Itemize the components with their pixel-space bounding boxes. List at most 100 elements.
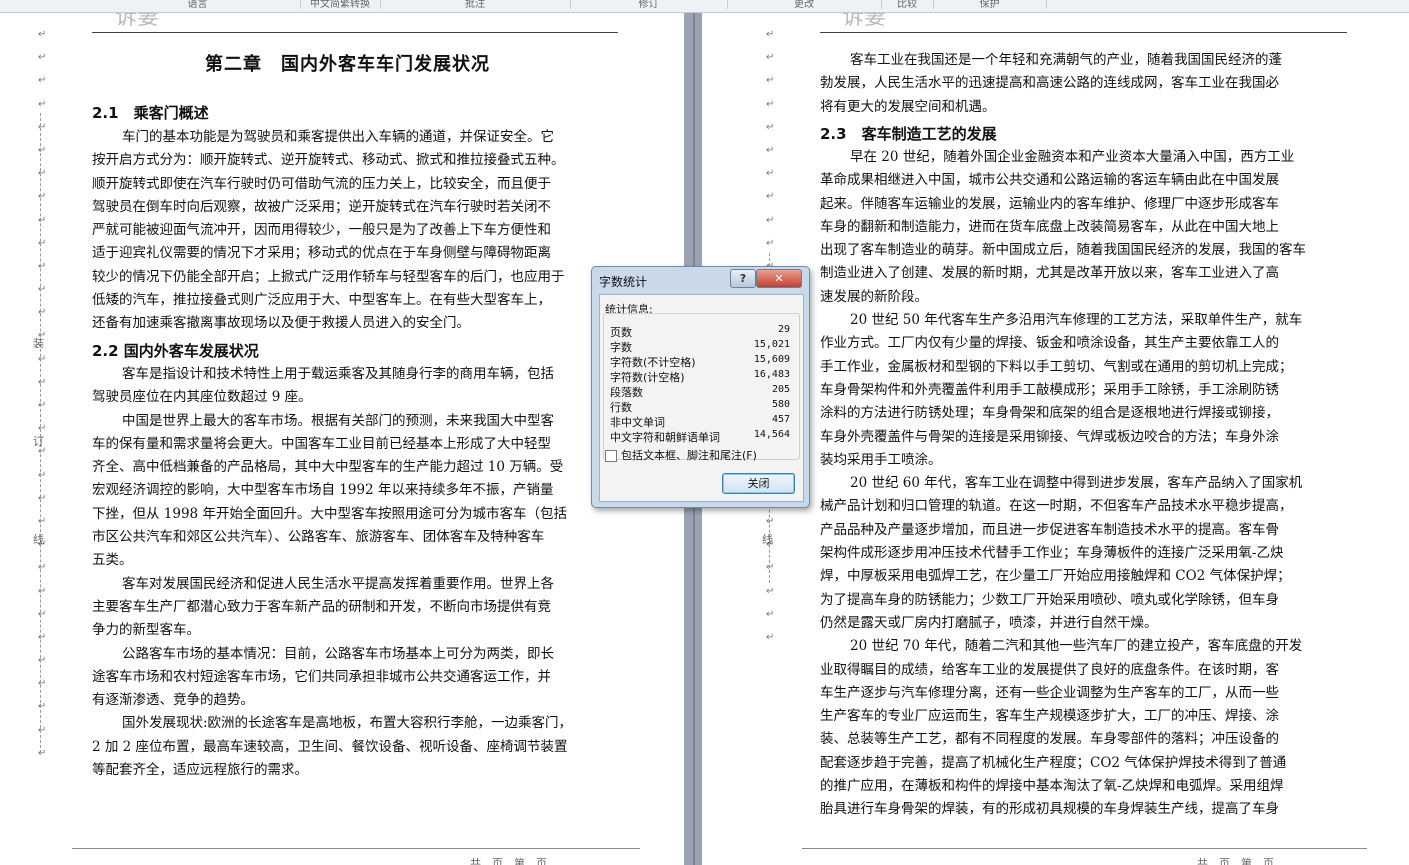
text-line: 装、总装等生产工艺，都有不同程度的发展。车身零部件的落料；冲压设备的 (820, 731, 1279, 748)
text-line: 客车对发展国民经济和促进人民生活水平提高发挥着重要作用。世界上各 (122, 575, 554, 592)
ribbon-bar: 语言 中文简繁转换 批注 修订 更改 比较 保护 (0, 0, 1409, 13)
section-2-2-body: 客车是指设计和技术特性上用于载运乘客及其随身行李的商用车辆，包括 驾驶员座位在内… (92, 363, 618, 782)
footer-page-count: 共 页 第 页 (470, 857, 547, 865)
text-line: 2 加 2 座位布置，最高车速较高，卫生间、餐饮设备、视听设备、座椅调节装置 (92, 738, 568, 755)
text-line: 客车工业在我国还是一个年轻和充满朝气的产业，随着我国国民经济的蓬 (850, 52, 1282, 68)
text-line: 业取得瞩目的成绩，给客车工业的发展提供了良好的底盘条件。在该时期，客 (820, 661, 1279, 678)
text-line: 革命成果相继进入中国，城市公共交通和公路运输的客运车辆由此在中国发展 (820, 172, 1279, 189)
stat-row-chars-with-spaces: 字符数(计空格) 16,483 (610, 369, 790, 384)
stat-value: 29 (777, 324, 790, 335)
text-line: 焊，中厚板采用电弧焊工艺，在少量工厂开始应用接触焊和 CO2 气体保护焊； (820, 568, 1291, 585)
close-icon[interactable]: ✕ (756, 269, 802, 288)
stat-row-lines: 行数 580 (610, 399, 790, 414)
stat-value: 457 (771, 414, 790, 425)
binding-mark-xian: 线 (762, 533, 773, 546)
text-line: 仍然是露天或厂房内打磨腻子，喷漆，并进行自然干燥。 (820, 614, 1158, 631)
text-line: 的推广应用，在薄板和构件的焊接中基本淘汰了氧-乙炔焊和电弧焊。采用组焊 (820, 778, 1284, 795)
ribbon-group-comments[interactable]: 批注 (380, 0, 571, 10)
text-line: 严就可能被迎面气流冲开，因而用得较少，一般只是为了改善上下车方便性和 (92, 222, 551, 239)
ribbon-group-conversion[interactable]: 中文简繁转换 (300, 0, 381, 10)
help-button[interactable]: ? (730, 269, 756, 288)
text-line: 手工作业，金属板材和型钢的下料以手工剪切、气割或在通用的剪切机上完成； (820, 358, 1293, 375)
binding-mark-zhuang: 装 (33, 337, 44, 350)
text-line: 车身的翻新和制造能力，进而在货车底盘上改装简易客车，从此在中国大地上 (820, 218, 1279, 235)
header-ghost-text: 诉妻 (115, 13, 160, 30)
stat-value: 14,564 (753, 429, 790, 440)
text-line: 车生产逐步与汽车修理分离，还有一些企业调整为生产客车的工厂，从而一些 (820, 684, 1279, 701)
header-ghost-text: 诉妻 (842, 13, 887, 30)
section-heading-2-1: 2.1 乘客门概述 (92, 104, 209, 122)
text-line: 早在 20 世纪，随着外国企业金融资本和产业资本大量涌入中国，西方工业 (850, 149, 1295, 165)
text-line: 较少的情况下仍能全部开启；上掀式广泛用作轿车与轻型客车的后门，也应用于 (92, 268, 565, 285)
ribbon-group-tracking[interactable]: 修订 (570, 0, 728, 10)
text-line: 按开启方式分为：顺开旋转式、逆开旋转式、移动式、掀式和推拉接叠式五种。 (92, 152, 565, 169)
text-line: 客车是指设计和技术特性上用于载运乘客及其随身行李的商用车辆，包括 (122, 366, 554, 382)
text-line: 将有更大的发展空间和机遇。 (820, 98, 996, 115)
text-line: 生产客车的专业厂应运而生，客车生产规模逐步扩大，工厂的冲压、焊接、涂 (820, 708, 1279, 725)
section-2-3-body: 早在 20 世纪，随着外国企业金融资本和产业资本大量涌入中国，西方工业 革命成果… (820, 146, 1347, 822)
footer-page-count: 共 页 第 页 (1197, 857, 1274, 865)
text-line: 出现了客车制造业的萌芽。新中国成立后，随着我国国民经济的发展，我国的客车 (820, 242, 1306, 259)
section-2-1-body: 车门的基本功能是为驾驶员和乘客提供出入车辆的通道，并保证安全。它 按开启方式分为… (92, 126, 618, 336)
text-line: 涂料的方法进行防锈处理；车身骨架和底架的组合是逐根地进行焊接或铆接， (820, 405, 1279, 422)
text-line: 配套逐步趋于完善，提高了机械化生产程度；CO2 气体保护焊技术得到了普通 (820, 754, 1287, 771)
stat-row-non-chinese-words: 非中文单词 457 (610, 414, 790, 429)
left-page[interactable]: 诉妻 ↵ ↵ ↵ ↵ ↵ ↵ ↵ ↵ ↵ ↵ ↵ ↵ ↵ ↵ ↵ ↵ ↵ ↵ ↵ ↵ ↵ ↵ ↵ ↵ ↵ ↵ ↵ ↵ ↵ ↵ ↵ ↵ 装… (0, 13, 684, 865)
stat-row-chinese-chars: 中文字符和朝鲜语单词 14,564 (610, 429, 790, 444)
text-line: 车门的基本功能是为驾驶员和乘客提供出入车辆的通道，并保证安全。它 (122, 129, 554, 145)
text-line: 齐全、高中低档兼备的产品格局，其中大中型客车的生产能力超过 10 万辆。受 (92, 459, 564, 476)
section-heading-2-3: 2.3 客车制造工艺的发展 (820, 125, 997, 143)
ribbon-group-compare[interactable]: 比较 (881, 0, 934, 10)
text-line: 制造业进入了创建、发展的新时期，尤其是改革开放以来，客车工业进入了高 (820, 265, 1279, 282)
text-line: 驾驶员座位在内其座位数超过 9 座。 (92, 389, 312, 406)
text-line: 械产品计划和归口管理的轨道。在这一时期，不但客车产品技术水平稳步提高， (820, 498, 1293, 515)
text-line: 胎具进行车身骨架的焊装，有的形成初具规模的车身焊装生产线，提高了车身 (820, 801, 1279, 818)
header-rule (92, 32, 618, 33)
text-line: 20 世纪 50 年代客车生产多沿用汽车修理的工艺方法，采取单件生产，就车 (850, 312, 1303, 329)
ribbon-group-protect[interactable]: 保护 (933, 0, 1047, 10)
checkbox-label: 包括文本框、脚注和尾注(F) (621, 449, 757, 462)
text-line: 起来。伴随客车运输业的发展，运输业内的客车维护、修理厂中逐步形成客车 (820, 195, 1279, 212)
stat-row-paragraphs: 段落数 205 (610, 384, 790, 399)
text-line: 顺开旋转式即使在汽车行驶时仍可借助气流的压力关上，比较安全，而且便于 (92, 175, 551, 192)
text-line: 20 世纪 70 年代，随着二汽和其他一些汽车厂的建立投产，客车底盘的开发 (850, 638, 1303, 655)
text-line: 架构件成形逐步用冲压技术代替手工作业；车身薄板件的连接广泛采用氧-乙炔 (820, 545, 1284, 562)
header-rule (820, 32, 1347, 33)
binding-mark-ding: 订 (33, 435, 44, 448)
footer-rule (72, 848, 640, 849)
text-line: 等配套齐全，适应远程旅行的需求。 (92, 762, 308, 779)
text-line: 车身骨架构件和外壳覆盖件利用手工敲模成形；采用手工除锈，手工涂刷防锈 (820, 381, 1279, 398)
word-count-dialog[interactable]: 字数统计 ? ✕ 统计信息: 页数 29 字数 15,021 字符数(不计空格)… (591, 266, 810, 508)
stat-name: 段落数 (610, 386, 643, 399)
include-textboxes-option[interactable]: 包括文本框、脚注和尾注(F) (605, 447, 757, 463)
footer-rule (802, 848, 1367, 849)
ribbon-group-changes[interactable]: 更改 (727, 0, 882, 10)
text-line: 驾驶员在倒车时向后观察，故被广泛采用；逆开旋转式在汽车行驶时若关闭不 (92, 198, 551, 215)
text-line: 产品品种及产量逐步增加，而且进一步促进客车制造技术水平的提高。客车骨 (820, 521, 1279, 538)
stat-name: 行数 (610, 401, 632, 414)
text-line: 作业方式。工厂内仅有少量的焊接、钣金和喷涂设备，其生产主要依靠工人的 (820, 335, 1279, 352)
text-line: 速发展的新阶段。 (820, 288, 928, 305)
text-line: 20 世纪 60 年代，客车工业在调整中得到进步发展，客车产品纳入了国家机 (850, 475, 1303, 492)
text-line: 为了提高车身的防锈能力；少数工厂开始采用喷砂、喷丸或化学除锈，但车身 (820, 591, 1279, 608)
stat-name: 字数 (610, 341, 632, 354)
dialog-title: 字数统计 (599, 275, 648, 289)
stat-value: 205 (771, 384, 790, 395)
stat-row-chars-no-spaces: 字符数(不计空格) 15,609 (610, 354, 790, 369)
text-line: 车身外壳覆盖件与骨架的连接是采用铆接、气焊或板边咬合的方法；车身外涂 (820, 428, 1279, 445)
text-line: 车的保有量和需求量将会更大。中国客车工业目前已经基本上形成了大中轻型 (92, 435, 551, 452)
ribbon-group-language[interactable]: 语言 (95, 0, 301, 10)
text-line: 争力的新型客车。 (92, 622, 200, 639)
stat-value: 15,609 (753, 354, 790, 365)
stat-value: 16,483 (753, 369, 790, 380)
close-button[interactable]: 关闭 (722, 473, 795, 494)
include-textboxes-checkbox[interactable] (605, 450, 617, 462)
stat-row-pages: 页数 29 (610, 324, 790, 339)
text-line: 有逐渐渗透、竞争的趋势。 (92, 692, 254, 709)
stat-name: 非中文单词 (610, 416, 665, 429)
chapter-title: 第二章 国内外客车车门发展状况 (205, 54, 490, 75)
binding-mark-xian: 线 (33, 533, 44, 546)
stat-value: 15,021 (753, 339, 790, 350)
stat-name: 字符数(计空格) (610, 371, 685, 384)
text-line: 还备有加速乘客撤离事故现场以及便于救援人员进入的安全门。 (92, 315, 470, 332)
